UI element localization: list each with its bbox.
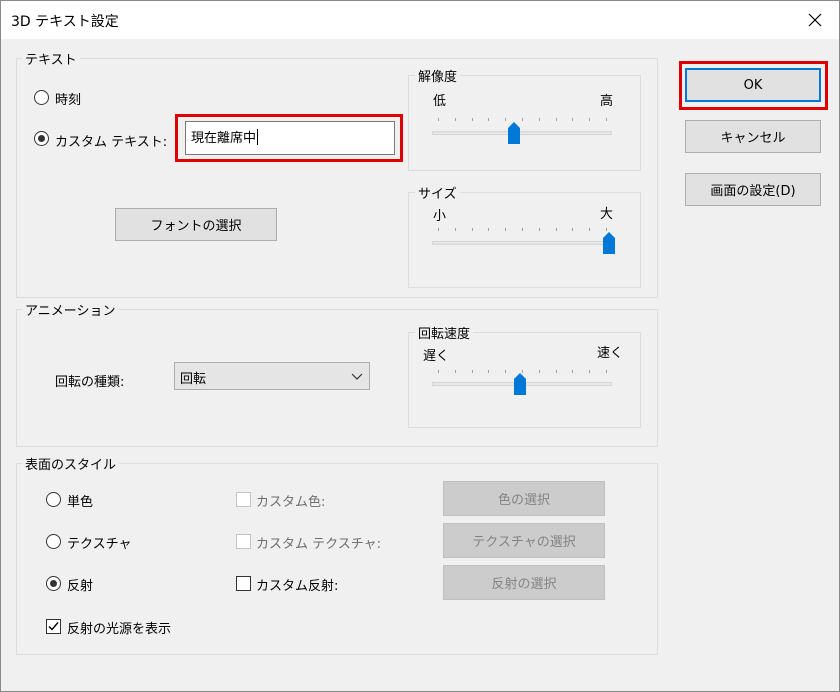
resolution-slider-thumb[interactable] <box>508 122 521 144</box>
chevron-down-icon <box>351 373 363 380</box>
custom-texture-checkbox[interactable] <box>236 534 251 549</box>
slider-tick <box>589 228 591 231</box>
texture-radio[interactable] <box>46 534 61 549</box>
slider-tick <box>454 370 456 373</box>
reflection-label: 反射 <box>67 579 94 594</box>
slider-tick <box>454 118 456 121</box>
size-legend: サイズ <box>415 183 460 202</box>
cancel-button[interactable]: キャンセル <box>685 120 821 153</box>
custom-texture-label: カスタム テクスチャ: <box>256 537 381 552</box>
text-caret <box>257 128 259 145</box>
custom-text-radio[interactable] <box>34 131 49 146</box>
resolution-ticks <box>438 118 607 122</box>
slider-tick <box>471 228 473 231</box>
resolution-legend: 解像度 <box>415 66 461 85</box>
slider-tick <box>488 228 490 231</box>
resolution-low-label: 低 <box>433 94 447 109</box>
slider-tick <box>522 118 523 121</box>
custom-color-label: カスタム色: <box>256 495 326 510</box>
time-radio-label: 時刻 <box>55 93 82 108</box>
animation-legend: アニメーション <box>22 300 119 319</box>
slider-tick <box>589 118 591 121</box>
slider-tick <box>488 370 490 373</box>
dialog-window: 3D テキスト設定 テキスト 時刻 カスタム テキスト: 現在離席中 フォントの… <box>0 0 840 692</box>
slider-tick <box>606 118 607 121</box>
slider-tick <box>538 370 540 373</box>
rotation-type-dropdown[interactable]: 回転 <box>174 362 370 390</box>
size-slider-thumb[interactable] <box>603 232 615 254</box>
slider-tick <box>606 370 607 373</box>
title-bar: 3D テキスト設定 <box>1 1 839 39</box>
slider-tick <box>572 370 574 373</box>
slider-tick <box>488 118 490 121</box>
font-select-button[interactable]: フォントの選択 <box>115 208 277 241</box>
ok-button[interactable]: OK <box>685 68 821 102</box>
slider-tick <box>589 370 591 373</box>
rotation-type-value: 回転 <box>180 372 207 387</box>
slider-tick <box>471 370 473 373</box>
custom-reflection-checkbox[interactable] <box>236 576 251 591</box>
reflection-radio[interactable] <box>46 576 61 591</box>
slider-tick <box>438 370 439 373</box>
texture-select-button[interactable]: テクスチャの選択 <box>443 523 605 558</box>
custom-reflection-label: カスタム反射: <box>256 579 339 594</box>
color-select-button[interactable]: 色の選択 <box>443 481 605 516</box>
slider-tick <box>606 228 607 231</box>
slider-tick <box>471 118 473 121</box>
custom-color-checkbox[interactable] <box>236 492 251 507</box>
checkmark-icon <box>48 622 59 631</box>
show-light-checkbox[interactable] <box>46 619 61 634</box>
slider-tick <box>555 118 557 121</box>
close-icon <box>808 13 822 27</box>
rotation-type-label: 回転の種類: <box>55 375 125 390</box>
slider-tick <box>522 228 523 231</box>
rotation-speed-legend: 回転速度 <box>415 323 474 342</box>
window-title: 3D テキスト設定 <box>11 14 119 30</box>
size-small-label: 小 <box>433 209 447 224</box>
slider-tick <box>438 228 439 231</box>
slider-tick <box>572 118 574 121</box>
slider-tick <box>538 118 540 121</box>
custom-text-radio-label: カスタム テキスト: <box>55 135 168 150</box>
size-slider-track[interactable] <box>432 241 612 245</box>
slider-tick <box>538 228 540 231</box>
slider-tick <box>555 370 557 373</box>
display-settings-button[interactable]: 画面の設定(D) <box>685 173 821 206</box>
slider-tick <box>505 370 507 373</box>
slider-tick <box>555 228 557 231</box>
size-large-label: 大 <box>600 207 614 222</box>
time-radio[interactable] <box>34 90 49 105</box>
slider-tick <box>438 118 439 121</box>
rotation-speed-slow-label: 遅く <box>423 349 450 364</box>
custom-text-input[interactable]: 現在離席中 <box>185 121 395 155</box>
show-light-label: 反射の光源を表示 <box>67 622 172 637</box>
surface-style-legend: 表面のスタイル <box>22 454 120 473</box>
close-button[interactable] <box>799 5 831 35</box>
resolution-high-label: 高 <box>600 94 614 109</box>
solid-color-radio[interactable] <box>46 492 61 507</box>
rotation-speed-slider-thumb[interactable] <box>513 373 526 395</box>
slider-tick <box>454 228 456 231</box>
texture-label: テクスチャ <box>67 537 132 552</box>
reflection-select-button[interactable]: 反射の選択 <box>443 565 605 600</box>
resolution-slider-track[interactable] <box>432 131 612 135</box>
size-ticks <box>438 228 607 232</box>
slider-tick <box>572 228 574 231</box>
custom-text-value: 現在離席中 <box>191 131 257 146</box>
rotation-speed-fast-label: 速く <box>597 346 624 361</box>
slider-tick <box>505 228 507 231</box>
slider-tick <box>505 118 507 121</box>
solid-color-label: 単色 <box>67 495 94 510</box>
text-group-legend: テキスト <box>22 49 80 68</box>
